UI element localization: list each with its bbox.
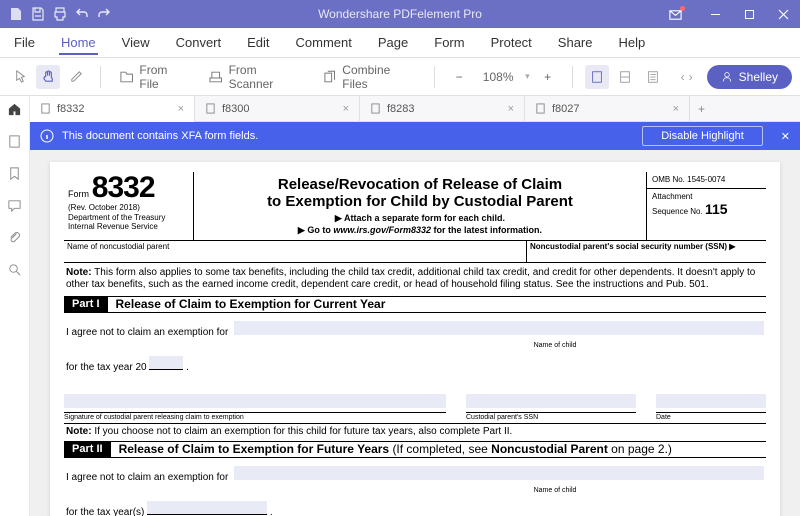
search-icon[interactable] [7,262,22,280]
menu-page[interactable]: Page [376,30,410,55]
fit-width-icon[interactable] [613,65,637,89]
menu-protect[interactable]: Protect [489,30,534,55]
menu-form[interactable]: Form [432,30,466,55]
pdf-page: Form 8332 (Rev. October 2018) Department… [50,162,780,516]
save-icon[interactable] [30,6,46,22]
tax-years-field[interactable] [147,501,267,515]
bookmark-icon[interactable] [7,166,22,184]
info-close-button[interactable]: ✕ [781,130,790,143]
child-name-field[interactable] [234,321,764,335]
fit-actual-icon[interactable] [641,65,665,89]
pdf-icon [205,103,216,114]
user-icon [721,71,733,83]
sidebar [0,96,30,516]
zoom-out-button[interactable]: − [447,65,471,89]
menubar: File Home View Convert Edit Comment Page… [0,28,800,58]
app-logo-icon [8,6,24,22]
pdf-icon [370,103,381,114]
menu-edit[interactable]: Edit [245,30,271,55]
menu-convert[interactable]: Convert [174,30,224,55]
combine-files-button[interactable]: Combine Files [316,60,422,94]
info-icon [40,129,54,143]
window-title: Wondershare PDFelement Pro [318,7,482,21]
pdf-icon [40,103,51,114]
tab-f8300[interactable]: f8300× [195,96,360,122]
mail-icon[interactable] [660,0,690,28]
menu-share[interactable]: Share [556,30,595,55]
menu-view[interactable]: View [120,30,152,55]
date-field[interactable] [656,394,766,408]
info-bar: This document contains XFA form fields. … [30,122,800,150]
maximize-button[interactable] [732,0,766,28]
thumbnails-icon[interactable] [7,134,22,152]
child-name-field-2[interactable] [234,466,764,480]
custodial-ssn-field[interactable] [466,394,636,408]
zoom-dropdown-icon[interactable]: ▾ [525,71,530,82]
zoom-in-button[interactable]: + [536,65,560,89]
add-tab-button[interactable]: + [690,102,713,116]
menu-home[interactable]: Home [59,30,98,55]
pdf-icon [535,103,546,114]
fit-page-icon[interactable] [585,65,609,89]
noncustodial-name-field[interactable]: Name of noncustodial parent [64,241,526,262]
info-message: This document contains XFA form fields. [62,130,258,142]
from-scanner-button[interactable]: From Scanner [202,60,308,94]
attachment-icon[interactable] [7,230,22,248]
print-icon[interactable] [52,6,68,22]
document-tabstrip: f8332× f8300× f8283× f8027× + [30,96,800,122]
tab-f8027[interactable]: f8027× [525,96,690,122]
comment-icon[interactable] [7,198,22,216]
close-icon[interactable]: × [178,103,184,115]
tax-year-field[interactable] [149,356,183,370]
select-tool-icon[interactable] [8,65,32,89]
menu-help[interactable]: Help [617,30,648,55]
ssn-field[interactable]: Noncustodial parent's social security nu… [526,241,766,262]
close-icon[interactable]: × [673,103,679,115]
edit-tool-icon[interactable] [64,65,88,89]
tab-f8283[interactable]: f8283× [360,96,525,122]
disable-highlight-button[interactable]: Disable Highlight [642,126,763,146]
home-icon[interactable] [7,102,22,120]
close-button[interactable] [766,0,800,28]
document-viewer[interactable]: Form 8332 (Rev. October 2018) Department… [30,150,800,516]
menu-file[interactable]: File [12,30,37,55]
toolbar: From File From Scanner Combine Files − 1… [0,58,800,96]
from-file-button[interactable]: From File [113,60,194,94]
close-icon[interactable]: × [508,103,514,115]
hand-tool-icon[interactable] [36,65,60,89]
nav-next-icon[interactable]: › [689,70,693,84]
nav-prev-icon[interactable]: ‹ [681,70,685,84]
tab-f8332[interactable]: f8332× [30,96,195,122]
titlebar: Wondershare PDFelement Pro [0,0,800,28]
signature-field[interactable] [64,394,446,408]
menu-comment[interactable]: Comment [294,30,354,55]
redo-icon[interactable] [96,6,112,22]
minimize-button[interactable] [698,0,732,28]
user-button[interactable]: Shelley [707,65,792,89]
zoom-value[interactable]: 108% [477,70,519,84]
close-icon[interactable]: × [343,103,349,115]
undo-icon[interactable] [74,6,90,22]
